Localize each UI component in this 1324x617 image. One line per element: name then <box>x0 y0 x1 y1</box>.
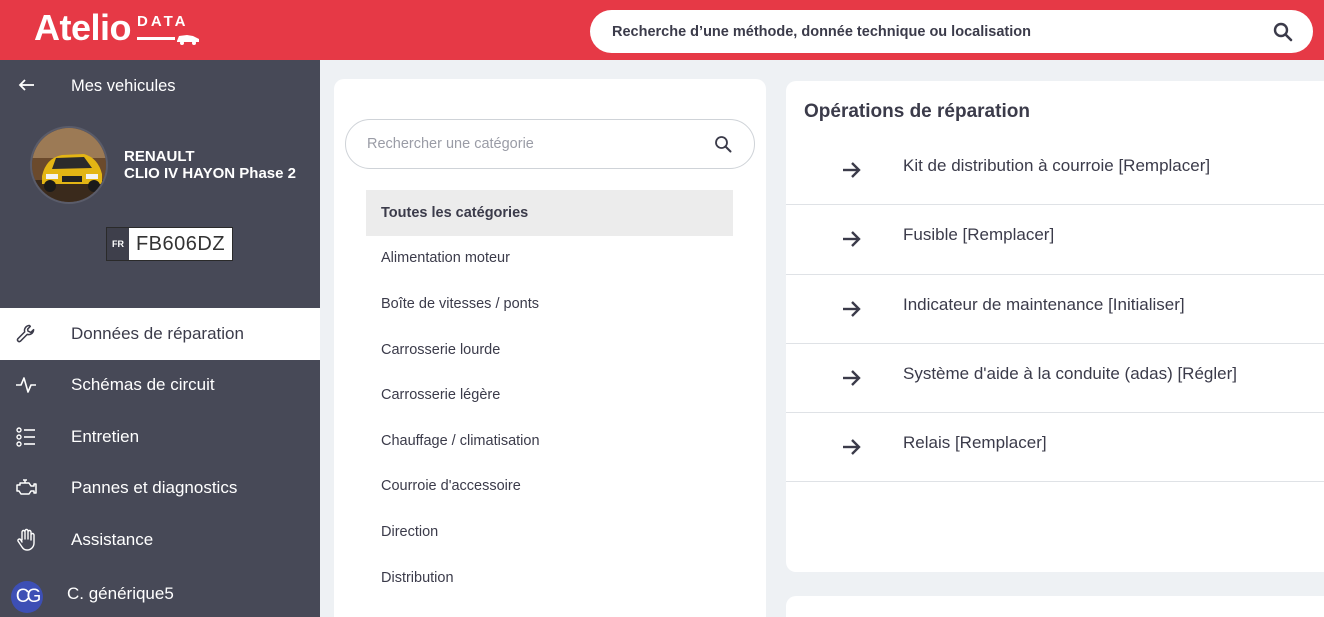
nav-label: Pannes et diagnostics <box>71 478 238 498</box>
category-search-bar[interactable]: Rechercher une catégorie <box>345 119 755 169</box>
global-search-input[interactable]: Recherche d’une méthode, donnée techniqu… <box>612 24 1031 40</box>
categories-panel: Rechercher une catégorie Toutes les caté… <box>334 79 766 617</box>
category-item[interactable]: Alimentation moteur <box>366 236 733 282</box>
sidebar-nav: Données de réparation Schémas de circuit <box>0 308 320 566</box>
nav-item-circuit-diagrams[interactable]: Schémas de circuit <box>0 360 320 412</box>
plate-country: FR <box>107 228 129 260</box>
top-bar: Atelio DATA Recherche d’une méthode, don… <box>0 0 1324 60</box>
plate-number: FB606DZ <box>135 232 226 255</box>
category-item[interactable]: Courroie d'accessoire <box>366 464 733 510</box>
arrow-right-icon <box>843 300 861 317</box>
operations-list: Kit de distribution à courroie [Remplace… <box>786 136 1324 483</box>
avatar[interactable]: CG <box>11 581 43 613</box>
back-to-vehicles[interactable]: Mes vehicules <box>18 76 176 95</box>
secondary-panel <box>786 596 1324 617</box>
arrow-left-icon[interactable] <box>18 76 36 94</box>
atelio-data-logo[interactable]: Atelio DATA <box>34 8 201 48</box>
license-plate: FR FB606DZ <box>106 227 233 261</box>
vehicle-make: RENAULT <box>124 148 195 165</box>
operation-row[interactable]: Fusible [Remplacer] <box>786 205 1324 275</box>
engine-icon <box>14 476 38 500</box>
category-item[interactable]: Carrosserie lourde <box>366 327 733 373</box>
user-name[interactable]: C. générique5 <box>67 584 174 604</box>
global-search-bar[interactable]: Recherche d’une méthode, donnée techniqu… <box>590 10 1313 53</box>
arrow-right-icon <box>843 231 861 248</box>
category-list: Toutes les catégories Alimentation moteu… <box>366 190 733 600</box>
arrow-right-icon <box>843 162 861 178</box>
back-label[interactable]: Mes vehicules <box>71 77 176 96</box>
operation-row[interactable]: Indicateur de maintenance [Initialiser] <box>786 275 1324 344</box>
category-item[interactable]: Boîte de vitesses / ponts <box>366 281 733 327</box>
nav-label: Entretien <box>71 426 140 446</box>
category-item[interactable]: Carrosserie légère <box>366 372 733 418</box>
panel-title: Opérations de réparation <box>804 101 1030 122</box>
nav-label: Assistance <box>71 529 154 549</box>
user-profile[interactable]: CG C. générique5 <box>0 575 320 613</box>
nav-item-diagnostics[interactable]: Pannes et diagnostics <box>0 463 320 515</box>
nav-item-repair-data[interactable]: Données de réparation <box>0 308 320 360</box>
operation-label[interactable]: Kit de distribution à courroie [Remplace… <box>903 156 1210 176</box>
operation-row[interactable]: Kit de distribution à courroie [Remplace… <box>786 136 1324 206</box>
logo-sub-text: DATA <box>137 13 189 30</box>
nav-item-assistance[interactable]: Assistance <box>0 514 320 566</box>
category-item-all[interactable]: Toutes les catégories <box>366 190 733 236</box>
category-item[interactable]: Direction <box>366 509 733 555</box>
pulse-icon <box>14 373 38 397</box>
nav-label: Schémas de circuit <box>71 375 215 395</box>
nav-item-maintenance[interactable]: Entretien <box>0 411 320 463</box>
repair-operations-panel: Opérations de réparation Kit de distribu… <box>786 81 1324 572</box>
wrench-icon <box>14 322 38 346</box>
arrow-right-icon <box>843 439 861 456</box>
operation-label[interactable]: Relais [Remplacer] <box>903 433 1047 453</box>
category-item[interactable]: Chauffage / climatisation <box>366 418 733 464</box>
car-logo-icon <box>137 35 200 45</box>
vehicle-name: RENAULT CLIO IV HAYON Phase 2 <box>124 148 296 182</box>
hand-icon <box>14 528 38 552</box>
sidebar: Mes vehicules RENAULT CLIO IV HAYON Phas… <box>0 60 320 617</box>
search-icon[interactable] <box>1273 22 1293 42</box>
vehicle-image <box>30 126 108 204</box>
operation-row[interactable]: Relais [Remplacer] <box>786 413 1324 483</box>
arrow-right-icon <box>843 370 861 386</box>
operation-label[interactable]: Système d'aide à la conduite (adas) [Rég… <box>903 364 1237 384</box>
nav-label: Données de réparation <box>71 323 244 343</box>
category-search-input[interactable]: Rechercher une catégorie <box>367 136 534 152</box>
search-icon[interactable] <box>714 135 732 153</box>
vehicle-model: CLIO IV HAYON Phase 2 <box>124 165 297 182</box>
operation-label[interactable]: Fusible [Remplacer] <box>903 225 1054 245</box>
operation-row[interactable]: Système d'aide à la conduite (adas) [Rég… <box>786 344 1324 414</box>
logo-text: Atelio <box>34 7 132 48</box>
category-item[interactable]: Distribution <box>366 555 733 601</box>
checklist-icon <box>14 425 38 449</box>
operation-label[interactable]: Indicateur de maintenance [Initialiser] <box>903 295 1185 315</box>
